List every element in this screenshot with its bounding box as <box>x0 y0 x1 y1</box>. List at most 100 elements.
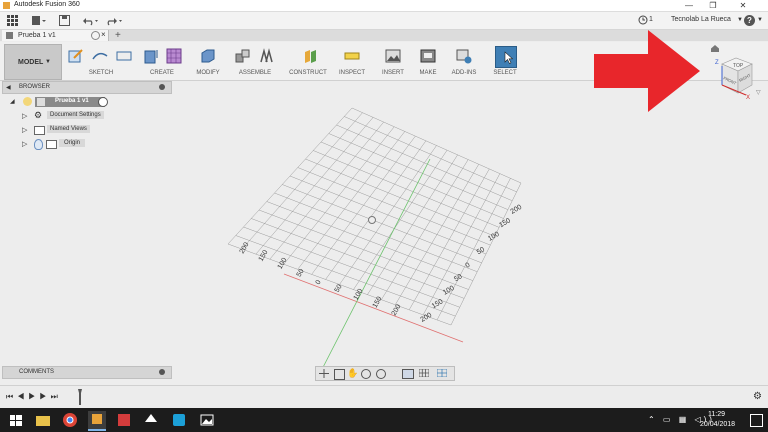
grid-tick-label: 200 <box>510 204 524 216</box>
help-icon[interactable]: ? <box>744 15 755 26</box>
offset-plane-icon[interactable] <box>303 48 319 64</box>
insert-image-icon[interactable] <box>385 48 401 64</box>
viewcube[interactable]: TOP FRONT RIGHT Z X <box>712 52 762 102</box>
viewcube-menu-icon[interactable]: ▽ <box>756 89 761 96</box>
close-tab-icon[interactable]: × <box>101 30 106 39</box>
create-sketch-icon[interactable] <box>68 48 84 64</box>
go-to-start-icon[interactable]: ⏮ <box>6 392 17 401</box>
fit-zoom-icon[interactable] <box>376 369 386 379</box>
light-bulb-icon[interactable] <box>34 139 43 150</box>
expand-down-icon[interactable]: ◢ <box>10 98 15 105</box>
light-bulb-icon[interactable] <box>23 97 32 106</box>
browser-item-document-settings[interactable]: ▷ ⚙ Document Settings <box>22 111 122 121</box>
rectangle-sketch-icon[interactable] <box>116 48 132 64</box>
look-at-icon[interactable] <box>334 369 345 380</box>
data-panel-grid-icon[interactable] <box>7 15 18 26</box>
toolbar-group-addins[interactable]: ADD-INS <box>447 70 481 76</box>
grid-tick-label: 50 <box>453 273 463 283</box>
toolbar-group-select[interactable]: SELECT <box>490 70 520 76</box>
title-bar: Autodesk Fusion 360 — ❐ ✕ <box>0 0 768 12</box>
folder-icon <box>46 140 57 149</box>
redo-icon[interactable] <box>106 15 122 26</box>
toolbar-group-create[interactable]: CREATE <box>147 70 177 76</box>
step-forward-icon[interactable]: ▶ <box>39 392 50 401</box>
expand-right-icon[interactable]: ▷ <box>22 126 27 134</box>
notifications-icon[interactable] <box>750 414 763 427</box>
windows-start-icon[interactable] <box>7 411 25 429</box>
pan-hand-icon[interactable]: ✋ <box>347 368 358 379</box>
grid-line <box>353 150 448 290</box>
grid-tick-label: 50 <box>334 283 344 293</box>
press-pull-icon[interactable] <box>200 48 216 64</box>
home-view-icon[interactable] <box>711 45 719 52</box>
canvas-viewport[interactable]: 20015010050050100150200 20015010050050 10… <box>0 94 768 384</box>
document-tab[interactable]: Prueba 1 v1 × <box>2 30 109 41</box>
viewports-icon[interactable] <box>436 368 448 378</box>
photos-icon[interactable] <box>198 411 216 429</box>
orbit-icon[interactable] <box>319 369 329 378</box>
save-icon[interactable] <box>59 15 70 26</box>
undo-icon[interactable] <box>82 15 98 26</box>
fusion-taskbar-icon[interactable] <box>88 411 106 431</box>
grid-settings-icon[interactable] <box>418 368 430 378</box>
make-3d-print-icon[interactable] <box>420 48 436 64</box>
display-settings-icon[interactable] <box>402 369 414 379</box>
go-to-end-icon[interactable]: ⏭ <box>51 392 62 401</box>
file-explorer-icon[interactable] <box>34 411 52 429</box>
zoom-icon[interactable] <box>361 369 371 379</box>
select-tool-icon[interactable] <box>495 46 517 68</box>
foxit-reader-icon[interactable] <box>115 411 133 429</box>
browser-collapse-icon[interactable]: ◀ <box>6 84 11 91</box>
toolbar-group-modify[interactable]: MODIFY <box>193 70 223 76</box>
file-menu-icon[interactable] <box>32 15 46 26</box>
joint-icon[interactable] <box>258 48 274 64</box>
maximize-button[interactable]: ❐ <box>702 0 724 11</box>
new-component-icon[interactable] <box>235 48 251 64</box>
scripts-addins-icon[interactable] <box>456 48 472 64</box>
form-create-icon[interactable] <box>166 48 182 64</box>
folder-icon <box>34 126 45 135</box>
user-account-menu[interactable]: Tecnolab La Rueca <box>671 16 731 23</box>
browser-panel-header[interactable]: ◀ BROWSER <box>2 81 172 94</box>
toolbar-group-construct[interactable]: CONSTRUCT <box>286 70 330 76</box>
browser-item-named-views[interactable]: ▷ Named Views <box>22 125 122 135</box>
browser-root-label: Prueba 1 v1 <box>55 98 89 104</box>
grid-tick-label: 50 <box>296 268 306 278</box>
viewcube-z-axis: Z <box>715 60 719 66</box>
activate-radio-icon[interactable] <box>98 97 108 107</box>
document-sync-icon <box>91 31 100 40</box>
step-back-icon[interactable]: ◀ <box>17 392 28 401</box>
comments-panel-header[interactable]: COMMENTS <box>2 366 172 379</box>
inkscape-icon[interactable] <box>142 411 160 429</box>
toolbar-group-assemble[interactable]: ASSEMBLE <box>235 70 275 76</box>
windows-taskbar: ⌃ ▭ ▦ ◁)) 11:29 20/04/2018 <box>0 408 768 432</box>
cura-icon[interactable] <box>170 411 188 429</box>
browser-pin-icon[interactable] <box>159 84 165 90</box>
grid-tick-label: 200 <box>420 312 434 324</box>
gear-icon: ⚙ <box>34 110 43 120</box>
expand-right-icon[interactable]: ▷ <box>22 112 27 120</box>
close-button[interactable]: ✕ <box>732 0 754 11</box>
job-status-icon[interactable]: 1 <box>638 15 654 26</box>
grid-tick-label: 0 <box>315 279 323 286</box>
play-icon[interactable]: ▶ <box>28 392 39 401</box>
extrude-icon[interactable] <box>143 48 159 64</box>
toolbar-group-make[interactable]: MAKE <box>413 70 443 76</box>
browser-root-item[interactable]: ◢ Prueba 1 v1 <box>10 97 110 107</box>
browser-item-origin[interactable]: ▷ Origin <box>22 139 122 150</box>
chrome-icon[interactable] <box>61 411 79 429</box>
expand-right-icon[interactable]: ▷ <box>22 140 27 148</box>
toolbar-group-sketch[interactable]: SKETCH <box>86 70 116 76</box>
grid-tick-label: 150 <box>258 249 270 263</box>
workspace-switcher[interactable]: MODEL ▼ <box>4 44 62 80</box>
timeline-settings-gear-icon[interactable]: ⚙ <box>753 391 762 402</box>
minimize-button[interactable]: — <box>678 0 700 11</box>
timeline-marker-icon[interactable] <box>78 389 82 405</box>
new-tab-button[interactable]: + <box>115 30 121 41</box>
toolbar-group-inspect[interactable]: INSPECT <box>337 70 367 76</box>
toolbar-group-insert[interactable]: INSERT <box>378 70 408 76</box>
measure-icon[interactable] <box>344 48 360 64</box>
comments-add-icon[interactable] <box>159 369 165 375</box>
line-sketch-icon[interactable] <box>92 48 108 64</box>
document-tab-title: Prueba 1 v1 <box>18 32 56 39</box>
